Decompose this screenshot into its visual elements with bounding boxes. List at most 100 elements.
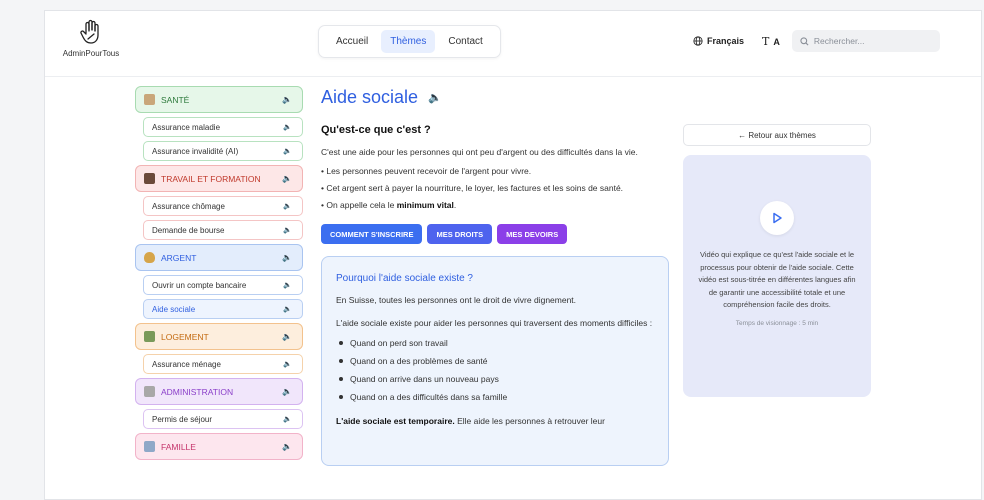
duties-button[interactable]: MES DEVOIRS — [497, 224, 568, 244]
money-bag-icon — [144, 252, 155, 263]
play-icon — [773, 212, 782, 224]
category-label: ARGENT — [161, 252, 197, 263]
category-label: LOGEMENT — [161, 331, 209, 342]
section-title: Qu'est-ce que c'est ? — [321, 124, 431, 136]
family-icon — [144, 441, 155, 452]
list-item: Quand on arrive dans un nouveau pays — [336, 374, 654, 384]
nav-accueil[interactable]: Accueil — [327, 30, 377, 53]
speaker-icon[interactable]: 🔈 — [428, 91, 442, 104]
bullet-item: • Les personnes peuvent recevoir de l'ar… — [321, 166, 532, 176]
hospital-icon — [144, 94, 155, 105]
speaker-icon[interactable]: 🔈 — [282, 174, 292, 183]
list-item: Quand on a des difficultés dans sa famil… — [336, 392, 654, 402]
text-size-t: T — [762, 34, 770, 48]
language-label: Français — [707, 36, 745, 46]
sidebar-item-label: Assurance invalidité (AI) — [152, 146, 239, 156]
sidebar-item-assurance-menage[interactable]: Assurance ménage 🔈 — [143, 354, 303, 374]
speaker-icon[interactable]: 🔈 — [283, 360, 292, 368]
sidebar-item-label: Aide sociale — [152, 304, 196, 314]
card-paragraph: En Suisse, toutes les personnes ont le d… — [336, 295, 577, 305]
video-card: Vidéo qui explique ce qu'est l'aide soci… — [683, 155, 871, 397]
sidebar-item-assurance-invalidite[interactable]: Assurance invalidité (AI) 🔈 — [143, 141, 303, 161]
hand-logo-icon — [80, 19, 99, 44]
category-label: FAMILLE — [161, 441, 196, 452]
house-icon — [144, 331, 155, 342]
speaker-icon[interactable]: 🔈 — [283, 147, 292, 155]
text-size-button[interactable]: TA — [762, 35, 780, 48]
speaker-icon[interactable]: 🔈 — [283, 415, 292, 423]
sidebar-item-label: Ouvrir un compte bancaire — [152, 280, 247, 290]
nav-contact[interactable]: Contact — [439, 30, 491, 53]
sidebar-item-permis-sejour[interactable]: Permis de séjour 🔈 — [143, 409, 303, 429]
card-paragraph: L'aide sociale est temporaire. Elle aide… — [336, 416, 654, 426]
sidebar-item-label: Assurance ménage — [152, 359, 221, 369]
sidebar-item-label: Permis de séjour — [152, 414, 213, 424]
language-selector[interactable]: Français — [693, 36, 744, 46]
page-title: Aide sociale 🔈 — [321, 87, 681, 108]
category-administration[interactable]: ADMINISTRATION 🔈 — [135, 378, 303, 405]
globe-icon — [693, 36, 703, 46]
list-item: Quand on perd son travail — [336, 338, 654, 348]
speaker-icon[interactable]: 🔈 — [282, 442, 292, 451]
list-item: Quand on a des problèmes de santé — [336, 356, 654, 366]
bullet-item: • On appelle cela le minimum vital. — [321, 200, 681, 210]
card-title: Pourquoi l'aide sociale existe ? — [336, 273, 473, 284]
logo[interactable]: AdminPourTous — [61, 19, 121, 58]
main-nav: Accueil Thèmes Contact — [318, 25, 501, 58]
speaker-icon[interactable]: 🔈 — [282, 387, 292, 396]
reasons-list: Quand on perd son travail Quand on a des… — [336, 338, 654, 402]
page-title-text: Aide sociale — [321, 87, 419, 107]
speaker-icon[interactable]: 🔈 — [283, 281, 292, 289]
rights-button[interactable]: MES DROITS — [427, 224, 493, 244]
speaker-icon[interactable]: 🔈 — [283, 226, 292, 234]
video-description: Vidéo qui explique ce qu'est l'aide soci… — [698, 250, 856, 309]
theme-sidebar: SANTÉ 🔈 Assurance maladie 🔈 Assurance in… — [135, 86, 303, 464]
speaker-icon[interactable]: 🔈 — [283, 305, 292, 313]
card-paragraph: L'aide sociale existe pour aider les per… — [336, 318, 653, 328]
bullet-bold: minimum vital — [396, 200, 454, 210]
sidebar-item-label: Assurance chômage — [152, 201, 225, 211]
bullet-item: • Cet argent sert à payer la nourriture,… — [321, 183, 624, 193]
speaker-icon[interactable]: 🔈 — [282, 332, 292, 341]
action-buttons: COMMENT S'INSCRIRE MES DROITS MES DEVOIR… — [321, 224, 681, 244]
search-icon — [800, 36, 809, 45]
category-sante[interactable]: SANTÉ 🔈 — [135, 86, 303, 113]
speaker-icon[interactable]: 🔈 — [283, 202, 292, 210]
category-label: SANTÉ — [161, 94, 190, 105]
sidebar-item-aide-sociale[interactable]: Aide sociale 🔈 — [143, 299, 303, 319]
search-input[interactable]: Rechercher... — [791, 30, 940, 52]
info-card: Pourquoi l'aide sociale existe ? En Suis… — [321, 256, 669, 466]
document-icon — [144, 386, 155, 397]
card-text: Elle aide les personnes à retrouver leur — [454, 416, 605, 426]
speaker-icon[interactable]: 🔈 — [282, 253, 292, 262]
category-logement[interactable]: LOGEMENT 🔈 — [135, 323, 303, 350]
logo-text: AdminPourTous — [62, 49, 120, 58]
category-travail[interactable]: TRAVAIL ET FORMATION 🔈 — [135, 165, 303, 192]
sidebar-item-assurance-maladie[interactable]: Assurance maladie 🔈 — [143, 117, 303, 137]
search-placeholder: Rechercher... — [813, 36, 865, 46]
sidebar-item-assurance-chomage[interactable]: Assurance chômage 🔈 — [143, 196, 303, 216]
header-tools: Français TA Rechercher... — [693, 30, 940, 52]
main-content: Aide sociale 🔈 Qu'est-ce que c'est ? C'e… — [321, 87, 681, 466]
factory-icon — [144, 173, 155, 184]
sidebar-item-demande-bourse[interactable]: Demande de bourse 🔈 — [143, 220, 303, 240]
text-size-a: A — [773, 36, 780, 47]
sidebar-item-label: Assurance maladie — [152, 122, 221, 132]
back-to-themes-button[interactable]: ← Retour aux thèmes — [683, 124, 871, 146]
speaker-icon[interactable]: 🔈 — [282, 95, 292, 104]
sidebar-item-compte-bancaire[interactable]: Ouvrir un compte bancaire 🔈 — [143, 275, 303, 295]
category-label: TRAVAIL ET FORMATION — [161, 173, 261, 184]
nav-themes[interactable]: Thèmes — [381, 30, 436, 53]
category-argent[interactable]: ARGENT 🔈 — [135, 244, 303, 271]
category-label: ADMINISTRATION — [161, 386, 234, 397]
speaker-icon[interactable]: 🔈 — [283, 123, 292, 131]
play-button[interactable] — [760, 201, 794, 235]
sidebar-item-label: Demande de bourse — [152, 225, 225, 235]
bullet-text: • On appelle cela le — [321, 200, 397, 210]
card-bold: L'aide sociale est temporaire. — [336, 416, 455, 426]
intro-text: C'est une aide pour les personnes qui on… — [321, 147, 638, 157]
register-button[interactable]: COMMENT S'INSCRIRE — [321, 224, 423, 244]
bullet-text: . — [453, 200, 457, 210]
category-famille[interactable]: FAMILLE 🔈 — [135, 433, 303, 460]
aside-panel: ← Retour aux thèmes Vidéo qui explique c… — [683, 124, 871, 397]
